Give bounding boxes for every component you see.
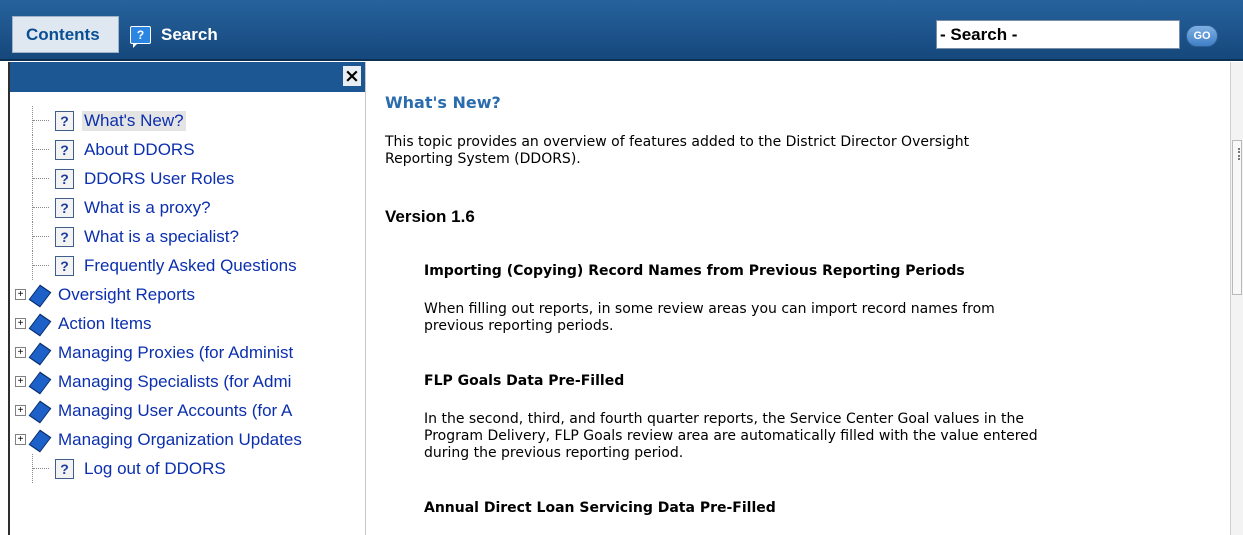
version-heading: Version 1.6 [385,207,475,226]
toc-item-log-out[interactable]: ? Log out of DDORS [10,454,365,483]
toc-item-label: DDORS User Roles [84,168,235,188]
tree-connector [33,120,49,121]
tab-contents[interactable]: Contents [12,16,119,53]
navigation-pane: × ? What's New? ? About DDORS ? DDORS Us… [8,62,365,535]
content-pane: What's New? This topic provides an overv… [365,62,1230,535]
tab-search[interactable]: ? Search [130,16,218,53]
paragraph-line: during the previous reporting period. [424,445,684,461]
toc-item-label: Oversight Reports [58,284,195,304]
tree-connector [33,207,49,208]
help-topic-icon: ? [55,226,74,247]
toc-tree: ? What's New? ? About DDORS ? DDORS User… [10,106,367,483]
paragraph-line: previous reporting periods. [424,318,614,334]
navigation-header: × [10,62,365,92]
section-paragraph: In the second, third, and fourth quarter… [424,411,1038,462]
book-icon [30,287,50,303]
close-icon[interactable]: × [343,66,361,86]
tree-connector [33,178,49,179]
expand-plus-icon[interactable]: + [15,318,26,329]
paragraph-line: Program Delivery, FLP Goals review area … [424,428,1038,444]
help-topic-icon: ? [55,168,74,189]
tree-connector [33,468,49,469]
help-bubble-icon: ? [130,25,151,48]
intro-paragraph: This topic provides an overview of featu… [385,134,969,168]
help-topic-icon: ? [55,197,74,218]
toc-item-faq[interactable]: ? Frequently Asked Questions [10,251,365,280]
toolbar: Contents ? Search GO [0,0,1243,61]
toc-item-label: What is a specialist? [84,226,239,246]
section-paragraph: When filling out reports, in some review… [424,301,995,335]
search-input[interactable] [936,20,1180,49]
expand-plus-icon[interactable]: + [15,376,26,387]
help-topic-icon: ? [55,139,74,160]
book-icon [30,316,50,332]
book-icon [30,432,50,448]
section-heading: FLP Goals Data Pre-Filled [424,373,625,389]
book-icon [30,345,50,361]
toc-item-label: Action Items [58,313,152,333]
expand-plus-icon[interactable]: + [15,434,26,445]
toc-item-label: Frequently Asked Questions [84,255,297,275]
paragraph-line: In the second, third, and fourth quarter… [424,411,1025,427]
paragraph-line: When filling out reports, in some review… [424,301,995,317]
help-topic-icon: ? [55,255,74,276]
toc-item-user-roles[interactable]: ? DDORS User Roles [10,164,365,193]
toc-book-managing-proxies[interactable]: + Managing Proxies (for Administ [10,338,365,367]
tree-connector [33,149,49,150]
tree-connector [33,265,49,266]
toc-item-label: Log out of DDORS [84,458,226,478]
toc-item-what-is-specialist[interactable]: ? What is a specialist? [10,222,365,251]
expand-plus-icon[interactable]: + [15,405,26,416]
expand-plus-icon[interactable]: + [15,347,26,358]
toc-book-managing-specialists[interactable]: + Managing Specialists (for Admi [10,367,365,396]
toc-book-managing-user-accounts[interactable]: + Managing User Accounts (for A [10,396,365,425]
toc-book-oversight-reports[interactable]: + Oversight Reports [10,280,365,309]
intro-line: This topic provides an overview of featu… [385,134,970,150]
toc-item-whats-new[interactable]: ? What's New? [10,106,365,135]
pane-resize-grip[interactable] [1238,148,1240,160]
toc-item-label: About DDORS [84,139,195,159]
toc-item-label: What is a proxy? [84,197,211,217]
toc-item-label: Managing Proxies (for Administ [58,342,294,362]
book-icon [30,403,50,419]
scroll-thumb[interactable] [1232,140,1242,295]
intro-line: Reporting System (DDORS). [385,151,581,167]
help-topic-icon: ? [55,110,74,131]
toc-item-label: Managing Specialists (for Admi [58,371,292,391]
toc-item-label: Managing Organization Updates [58,429,302,449]
tree-connector [33,236,49,237]
section-heading: Annual Direct Loan Servicing Data Pre-Fi… [424,500,776,516]
page-title: What's New? [385,93,501,112]
toc-item-label: What's New? [82,110,186,131]
section-heading: Importing (Copying) Record Names from Pr… [424,263,965,279]
expand-plus-icon[interactable]: + [15,289,26,300]
tab-search-label: Search [161,24,218,44]
toc-item-label: Managing User Accounts (for A [58,400,293,420]
content-scrollbar[interactable] [1230,62,1243,535]
toc-item-about-ddors[interactable]: ? About DDORS [10,135,365,164]
toc-item-what-is-proxy[interactable]: ? What is a proxy? [10,193,365,222]
book-icon [30,374,50,390]
help-topic-icon: ? [55,458,74,479]
go-button[interactable]: GO [1186,25,1218,47]
toc-book-managing-org-updates[interactable]: + Managing Organization Updates [10,425,365,454]
toc-book-action-items[interactable]: + Action Items [10,309,365,338]
